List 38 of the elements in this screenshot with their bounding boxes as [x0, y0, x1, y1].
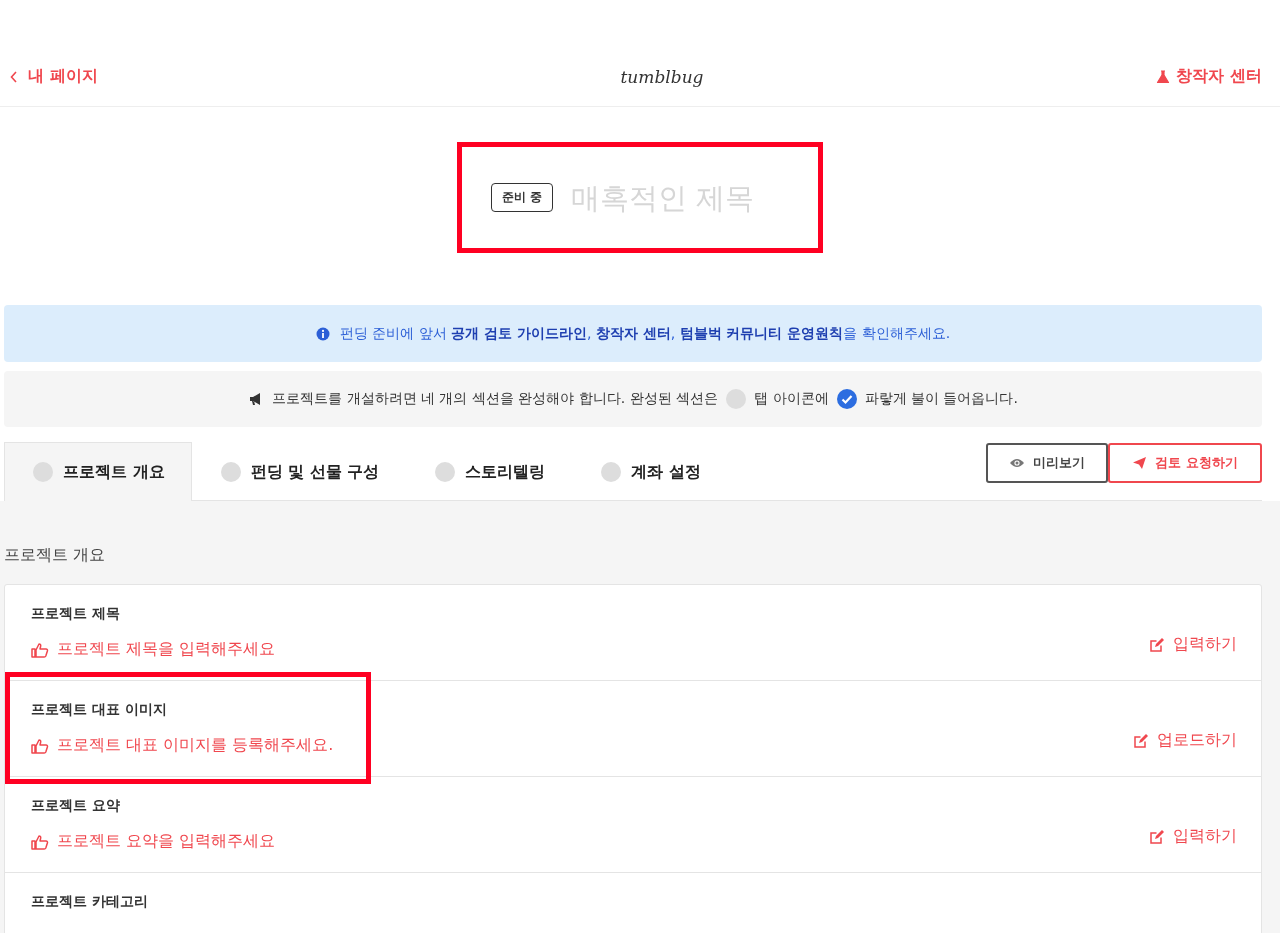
field-prompt: 프로젝트 대표 이미지를 등록해주세요.	[57, 735, 334, 756]
circle-icon	[726, 389, 747, 409]
thumbs-up-icon	[31, 833, 49, 850]
field-prompt: 프로젝트 제목을 입력해주세요	[57, 639, 276, 660]
thumbs-up-icon	[31, 737, 49, 754]
notice-text: 탭 아이콘에	[754, 390, 829, 408]
edit-icon	[1133, 732, 1149, 749]
status-badge: 준비 중	[491, 183, 554, 212]
back-link[interactable]: 내 페이지	[10, 66, 98, 87]
info-icon	[315, 326, 330, 341]
preview-button[interactable]: 미리보기	[986, 443, 1108, 483]
tab[interactable]: 프로젝트 개요	[4, 442, 192, 501]
edit-icon	[1149, 636, 1165, 653]
field-label: 프로젝트 카테고리	[31, 893, 148, 911]
chevron-left-icon	[10, 70, 18, 83]
field-label: 프로젝트 요약	[31, 797, 121, 815]
flask-icon	[1156, 69, 1171, 84]
tab[interactable]: 계좌 설정	[572, 442, 728, 501]
paper-plane-icon	[1132, 456, 1148, 470]
notice-text: 파랗게 불이 들어옵니다.	[864, 390, 1018, 408]
edit-link[interactable]: 입력하기	[1149, 826, 1237, 847]
tab[interactable]: 펀딩 및 선물 구성	[191, 442, 407, 501]
field-label: 프로젝트 제목	[31, 605, 121, 623]
edit-link[interactable]: 업로드하기	[1133, 730, 1237, 751]
section-title: 프로젝트 개요	[4, 545, 107, 566]
submit-button[interactable]: 검토 요청하기	[1108, 443, 1262, 483]
info-text: 펀딩 준비에 앞서 공개 검토 가이드라인, 창작자 센터, 텀블벅 커뮤니티 운영원칙을 확인해주세요.	[339, 324, 951, 343]
check-circle-icon	[836, 389, 857, 409]
creator-center-link[interactable]: 창작자 센터	[1156, 66, 1262, 87]
edit-link[interactable]: 입력하기	[1149, 634, 1237, 655]
thumbs-up-icon	[31, 641, 49, 658]
tab[interactable]: 스토리텔링	[406, 442, 573, 501]
notice-text: 프로젝트를 개설하려면 네 개의 섹션을 완성해야 합니다. 완성된 섹션은	[272, 390, 719, 408]
field-prompt: 프로젝트 요약을 입력해주세요	[57, 831, 276, 852]
eye-icon	[1009, 457, 1025, 469]
edit-icon	[1149, 828, 1165, 845]
field-label: 프로젝트 대표 이미지	[31, 701, 168, 719]
logo[interactable]: tumblbug	[620, 67, 704, 87]
